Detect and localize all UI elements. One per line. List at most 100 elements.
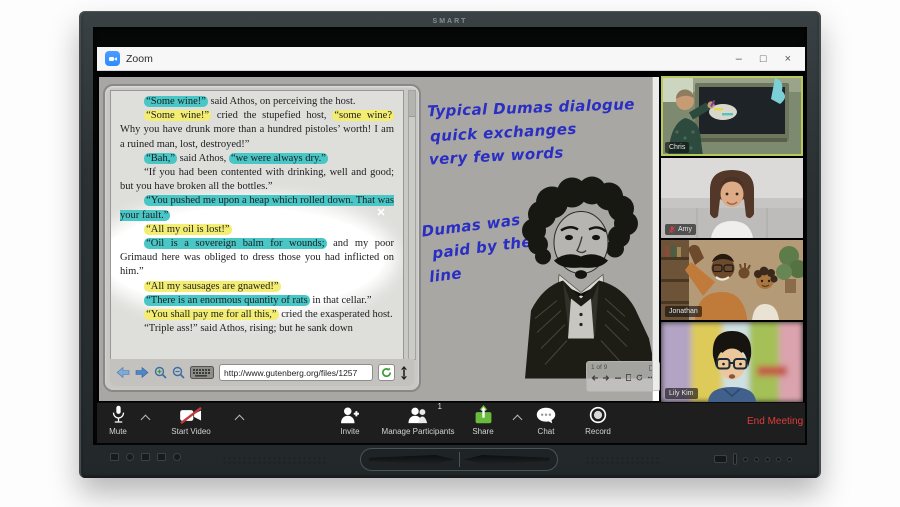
- invite-button[interactable]: Invite: [320, 405, 380, 436]
- mute-button[interactable]: Mute: [96, 405, 140, 436]
- smartboard-photo: SMART Zoom – □ ×: [0, 0, 900, 507]
- resize-vertical-icon[interactable]: [400, 366, 408, 380]
- text-segment: “we were always dry.”: [229, 153, 328, 164]
- control-stick: [733, 453, 737, 465]
- participant-video-chris[interactable]: Chris: [661, 76, 803, 156]
- back-icon[interactable]: [116, 367, 130, 378]
- refresh-button[interactable]: [378, 364, 395, 381]
- control-button: [787, 457, 792, 462]
- zoom-out-icon[interactable]: [172, 366, 185, 379]
- text-segment: “You pushed me upon a heap which rolled …: [120, 195, 394, 220]
- share-screen-icon: [474, 405, 493, 424]
- pen-tray: [360, 448, 558, 471]
- smart-pen: [464, 455, 550, 464]
- minimize-button[interactable]: –: [736, 52, 742, 66]
- paragraph: “All my oil is lost!”: [120, 223, 394, 237]
- window-title: Zoom: [126, 53, 153, 65]
- share-button[interactable]: Share: [458, 405, 508, 436]
- page-nav-label: 1 of 9: [591, 364, 607, 371]
- smart-logo: SMART: [81, 18, 819, 25]
- ink-note-dialogue: Typical Dumas dialogue quick exchanges v…: [427, 92, 679, 170]
- text-segment: said Athos,: [177, 153, 229, 164]
- port-icon: [141, 453, 150, 461]
- chat-button[interactable]: Chat: [522, 405, 570, 436]
- zoom-app-icon: [105, 51, 120, 66]
- text-segment: “There is an enormous quantity of rats: [144, 295, 310, 306]
- page-scrollbar[interactable]: [408, 90, 416, 360]
- microphone-icon: [111, 405, 126, 424]
- prev-page-icon[interactable]: [591, 374, 598, 382]
- participant-video-amy[interactable]: Amy: [661, 158, 803, 238]
- paragraph: “Triple ass!” said Athos, rising; but he…: [120, 322, 394, 336]
- text-segment: cried the stupefied host,: [211, 110, 332, 121]
- pen-tray-divider: [459, 452, 460, 467]
- browser-widget: “Some wine!” said Athos, on perceiving t…: [103, 84, 421, 392]
- smart-pen: [369, 455, 455, 464]
- page-nav-toolbar: 1 of 9: [586, 361, 660, 392]
- participant-video-jonathan[interactable]: Jonathan: [661, 240, 803, 320]
- next-page-icon[interactable]: [603, 374, 610, 382]
- document-text: “Some wine!” said Athos, on perceiving t…: [111, 91, 403, 336]
- participants-icon: [407, 406, 429, 424]
- text-segment: “All my oil is lost!”: [144, 224, 231, 235]
- speaker-grille: [585, 456, 661, 465]
- text-segment: “Oil is a sovereign balm for wounds;: [144, 238, 326, 249]
- participant-count-badge: 1: [438, 402, 442, 411]
- text-segment: in that cellar.”: [310, 295, 372, 306]
- minimize-nav-icon[interactable]: [615, 374, 621, 382]
- paragraph: “You pushed me upon a heap which rolled …: [120, 194, 394, 222]
- keyboard-icon[interactable]: [190, 366, 214, 379]
- text-segment: “Triple ass!” said Athos, rising; but he…: [144, 323, 353, 334]
- control-button: [765, 457, 770, 462]
- text-segment: “Bah,”: [144, 153, 177, 164]
- control-button: [754, 457, 759, 462]
- dumas-portrait-image: [497, 176, 667, 386]
- browser-toolbar: http://www.gutenberg.org/files/1257: [110, 359, 414, 386]
- text-segment: said Athos, on perceiving the host.: [208, 96, 356, 107]
- muted-mic-icon: [669, 226, 675, 234]
- invite-person-icon: [340, 406, 360, 424]
- record-icon: [589, 406, 607, 424]
- text-segment: “You shall pay me for all this,”: [144, 309, 278, 320]
- chat-bubble-icon: [536, 407, 556, 424]
- text-segment: “Some wine!”: [144, 96, 208, 107]
- participant-name-badge: Jonathan: [665, 306, 702, 317]
- connector-ports: [110, 453, 181, 461]
- power-button: [714, 455, 727, 463]
- record-button[interactable]: Record: [572, 405, 624, 436]
- close-annotation-icon[interactable]: [377, 203, 385, 221]
- page-scrollbar-thumb[interactable]: [409, 91, 415, 117]
- hardware-controls: [714, 453, 792, 465]
- port-icon: [110, 453, 119, 461]
- paragraph: “Bah,” said Athos, “we were always dry.”: [120, 152, 394, 166]
- port-icon: [173, 453, 181, 461]
- whiteboard-scrollbar-thumb[interactable]: [653, 390, 659, 401]
- manage-participants-button[interactable]: 1 Manage Participants: [372, 405, 464, 436]
- page-icon[interactable]: [626, 373, 631, 382]
- participant-name-badge: Lily Kim: [665, 388, 698, 399]
- text-segment: “All my sausages are gnawed!”: [144, 281, 280, 292]
- text-segment: “Some wine!”: [144, 110, 211, 121]
- start-video-button[interactable]: Start Video: [152, 405, 230, 436]
- participant-video-lilykim[interactable]: Lily Kim: [661, 322, 803, 402]
- maximize-button[interactable]: □: [760, 52, 767, 66]
- window-titlebar[interactable]: Zoom – □ ×: [97, 47, 805, 71]
- paragraph: “There is an enormous quantity of rats i…: [120, 294, 394, 308]
- zoom-in-icon[interactable]: [154, 366, 167, 379]
- whiteboard-scrollbar[interactable]: [652, 77, 659, 401]
- paragraph: “Some wine!” said Athos, on perceiving t…: [120, 95, 394, 109]
- url-field[interactable]: http://www.gutenberg.org/files/1257: [219, 364, 373, 381]
- close-button[interactable]: ×: [785, 52, 791, 66]
- text-segment: cried the exasperated host.: [279, 309, 393, 320]
- text-segment: “some wine?: [332, 110, 394, 121]
- refresh-page-icon[interactable]: [636, 373, 643, 382]
- port-icon: [126, 453, 134, 461]
- forward-icon[interactable]: [135, 367, 149, 378]
- end-meeting-button[interactable]: End Meeting: [747, 416, 803, 427]
- paragraph: “You shall pay me for all this,” cried t…: [120, 308, 394, 322]
- paragraph: “Some wine!” cried the stupefied host, “…: [120, 109, 394, 152]
- document-page[interactable]: “Some wine!” said Athos, on perceiving t…: [110, 90, 404, 360]
- text-segment: Why you have drunk more than a hundred p…: [120, 124, 394, 149]
- port-icon: [157, 453, 166, 461]
- participant-name-badge: Chris: [665, 142, 689, 153]
